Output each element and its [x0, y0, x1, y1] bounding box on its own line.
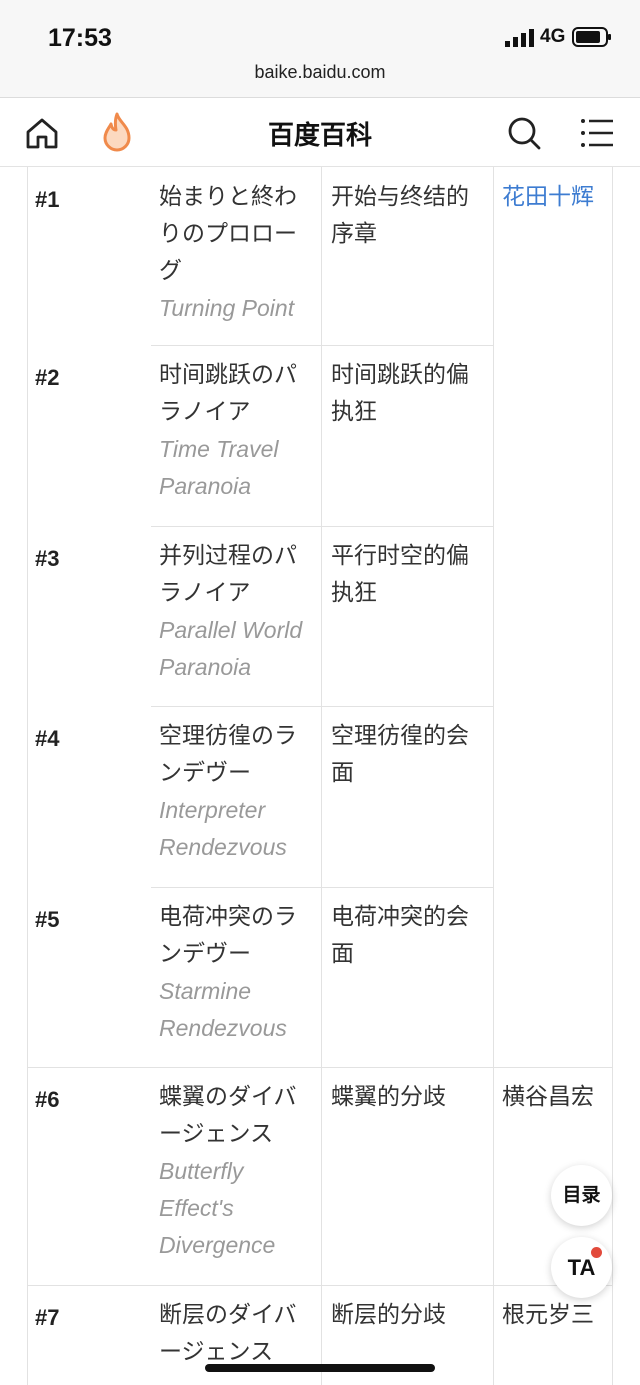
japanese-title: 电荷冲突のランデヴー Starmine Rendezvous	[159, 899, 319, 1047]
english-title: Time Travel Paranoia	[159, 436, 279, 499]
japanese-title-text: 并列过程のパラノイア	[159, 543, 297, 606]
english-title: Butterfly Effect's Divergence	[159, 1158, 276, 1258]
site-title[interactable]: 百度百科	[0, 115, 640, 152]
japanese-title: 并列过程のパラノイア Parallel World Paranoia	[159, 538, 319, 686]
japanese-title-text: 电荷冲突のランデヴー	[159, 904, 297, 967]
table-row: #4 空理彷徨のランデヴー Interpreter Rendezvous 空理彷…	[27, 706, 613, 887]
row-divider	[151, 345, 493, 346]
chinese-title: 空理彷徨的会面	[331, 723, 469, 786]
episode-number: #6	[35, 1087, 60, 1112]
japanese-title: 时间跳跃のパラノイア Time Travel Paranoia	[159, 357, 319, 505]
status-bar: 17:53 4G baike.baidu.com	[0, 0, 640, 98]
cell-signal-icon	[505, 29, 534, 47]
chinese-title: 断层的分歧	[331, 1302, 446, 1328]
english-title: Starmine Rendezvous	[159, 978, 287, 1041]
writer-name: 根元岁三	[502, 1302, 594, 1328]
search-icon[interactable]	[506, 115, 542, 151]
table-row: #1 始まりと終わりのプロローグ Turning Point 开始与终结的序章 …	[27, 167, 613, 345]
writer-name: 横谷昌宏	[502, 1084, 594, 1110]
episode-number: #1	[35, 187, 60, 212]
japanese-title: 始まりと終わりのプロローグ Turning Point	[159, 179, 319, 327]
row-divider	[151, 887, 493, 888]
ta-button[interactable]: TA	[551, 1237, 612, 1298]
chinese-title: 蝶翼的分歧	[331, 1084, 446, 1110]
episode-number: #3	[35, 546, 60, 571]
episode-number: #5	[35, 907, 60, 932]
japanese-title-text: 时间跳跃のパラノイア	[159, 362, 297, 425]
japanese-title: 空理彷徨のランデヴー Interpreter Rendezvous	[159, 718, 319, 866]
english-title: Turning Point	[159, 295, 295, 321]
episode-number: #4	[35, 726, 60, 751]
table-row: #6 蝶翼のダイバージェンス Butterfly Effect's Diverg…	[27, 1067, 613, 1285]
ta-label: TA	[567, 1255, 596, 1280]
address-bar[interactable]: baike.baidu.com	[0, 62, 640, 83]
row-divider	[151, 526, 493, 527]
writer-link[interactable]: 花田十辉	[502, 179, 612, 216]
table-row: #5 电荷冲突のランデヴー Starmine Rendezvous 电荷冲突的会…	[27, 887, 613, 1067]
network-type: 4G	[540, 26, 566, 47]
battery-icon	[572, 27, 611, 47]
chinese-title: 开始与终结的序章	[331, 184, 469, 247]
episode-number: #7	[35, 1305, 60, 1330]
notification-dot	[591, 1247, 602, 1258]
row-divider	[151, 706, 493, 707]
japanese-title: 蝶翼のダイバージェンス Butterfly Effect's Divergenc…	[159, 1079, 319, 1264]
row-divider	[27, 1067, 613, 1068]
table-row: #3 并列过程のパラノイア Parallel World Paranoia 平行…	[27, 526, 613, 706]
chinese-title: 时间跳跃的偏执狂	[331, 362, 469, 425]
japanese-title: 断层のダイバージェンス	[159, 1297, 319, 1371]
japanese-title-text: 蝶翼のダイバージェンス	[159, 1084, 297, 1147]
chinese-title: 电荷冲突的会面	[331, 904, 469, 967]
site-header: 百度百科	[0, 99, 640, 167]
episode-number: #2	[35, 365, 60, 390]
english-title: Interpreter Rendezvous	[159, 797, 287, 860]
table-of-contents-button[interactable]: 目录	[551, 1165, 612, 1226]
menu-icon[interactable]	[580, 117, 614, 149]
japanese-title-text: 始まりと終わりのプロローグ	[159, 184, 297, 284]
japanese-title-text: 断层のダイバージェンス	[159, 1302, 297, 1365]
row-divider	[27, 1285, 613, 1286]
episode-table: #1 始まりと終わりのプロローグ Turning Point 开始与终结的序章 …	[27, 167, 613, 1385]
home-indicator[interactable]	[205, 1364, 435, 1372]
chinese-title: 平行时空的偏执狂	[331, 543, 469, 606]
table-row: #2 时间跳跃のパラノイア Time Travel Paranoia 时间跳跃的…	[27, 345, 613, 526]
japanese-title-text: 空理彷徨のランデヴー	[159, 723, 297, 786]
clock: 17:53	[48, 24, 112, 52]
english-title: Parallel World Paranoia	[159, 617, 303, 680]
